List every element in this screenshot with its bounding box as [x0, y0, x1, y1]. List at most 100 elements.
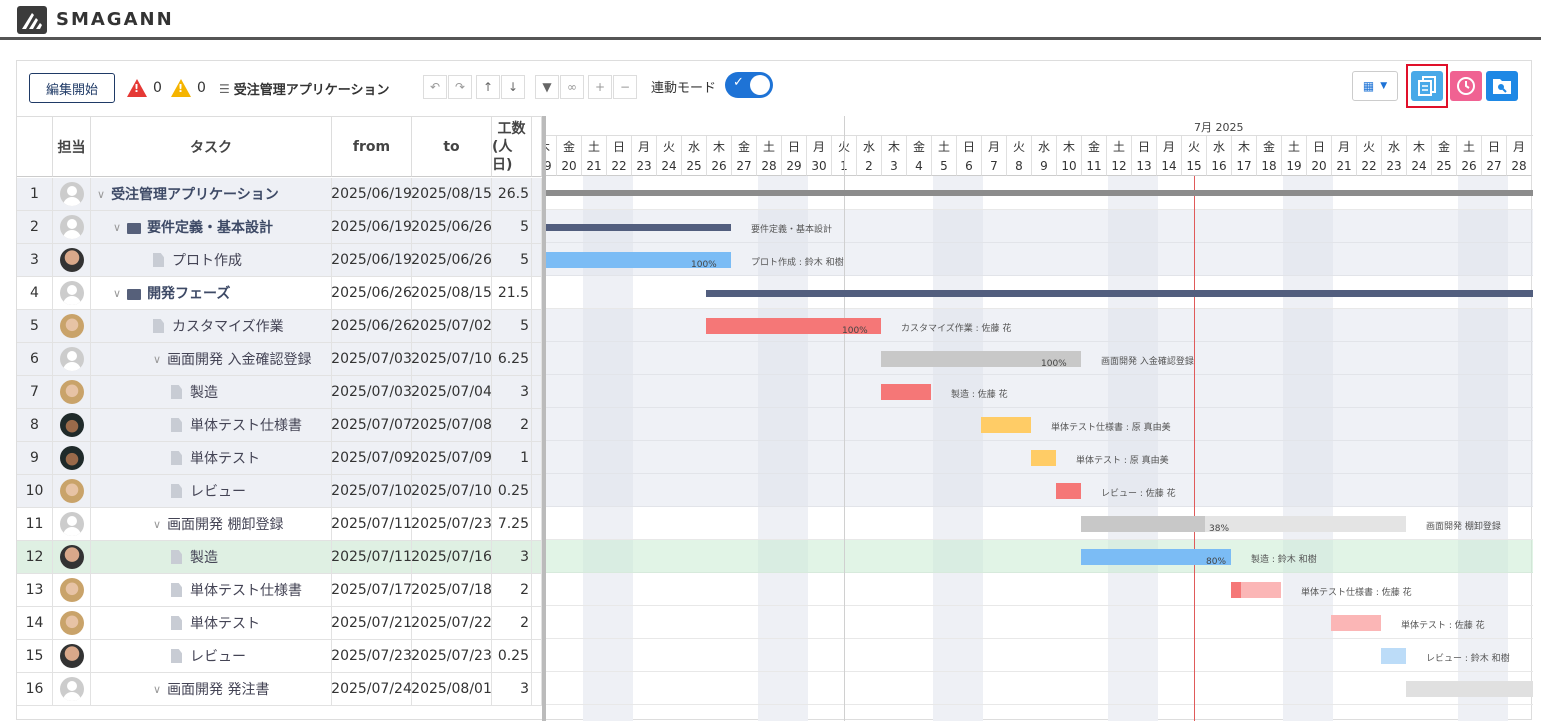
workdays[interactable]: 5: [492, 244, 532, 276]
from-date[interactable]: 2025/07/23: [332, 640, 412, 672]
to-date[interactable]: 2025/08/01: [412, 673, 492, 705]
assignee-cell[interactable]: [53, 673, 91, 705]
from-date[interactable]: 2025/07/07: [332, 409, 412, 441]
to-date[interactable]: 2025/06/26: [412, 244, 492, 276]
to-date[interactable]: 2025/08/15: [412, 178, 492, 210]
edit-start-button[interactable]: 編集開始: [29, 73, 115, 103]
to-date[interactable]: 2025/07/16: [412, 541, 492, 573]
chevron-down-icon[interactable]: ∨: [113, 221, 121, 234]
workdays[interactable]: 21.5: [492, 277, 532, 309]
from-date[interactable]: 2025/06/19: [332, 244, 412, 276]
to-date[interactable]: 2025/08/15: [412, 277, 492, 309]
user-search-icon[interactable]: [1486, 71, 1518, 101]
table-row[interactable]: 6 ∨ 画面開発 入金確認登録 2025/07/03 2025/07/10 6.25: [17, 343, 542, 376]
gantt-bar[interactable]: [546, 224, 731, 231]
col-header-from[interactable]: from: [332, 117, 412, 177]
chevron-down-icon[interactable]: ∨: [113, 287, 121, 300]
from-date[interactable]: 2025/07/24: [332, 673, 412, 705]
workdays[interactable]: 6.25: [492, 343, 532, 375]
table-row[interactable]: 11 ∨ 画面開発 棚卸登録 2025/07/11 2025/07/23 7.25: [17, 508, 542, 541]
gantt-bar[interactable]: [1056, 483, 1081, 499]
zoom-in-icon[interactable]: +: [588, 75, 612, 99]
task-cell[interactable]: ∨ 開発フェーズ: [91, 277, 332, 309]
assignee-cell[interactable]: [53, 376, 91, 408]
to-date[interactable]: 2025/07/22: [412, 607, 492, 639]
col-header-to[interactable]: to: [412, 117, 492, 177]
col-header-workdays[interactable]: 工数 (人日): [492, 117, 532, 177]
workdays[interactable]: 5: [492, 310, 532, 342]
error-indicator[interactable]: ! 0: [127, 79, 162, 97]
table-row[interactable]: 9 単体テスト 2025/07/09 2025/07/09 1: [17, 442, 542, 475]
assignee-cell[interactable]: [53, 409, 91, 441]
task-cell[interactable]: ∨ 画面開発 発注書: [91, 673, 332, 705]
gantt-bar[interactable]: [1406, 681, 1533, 697]
filter-icon[interactable]: ▼: [535, 75, 559, 99]
to-date[interactable]: 2025/07/23: [412, 640, 492, 672]
clock-icon[interactable]: [1450, 71, 1482, 101]
to-date[interactable]: 2025/07/08: [412, 409, 492, 441]
task-cell[interactable]: 製造: [91, 376, 332, 408]
assignee-cell[interactable]: [53, 310, 91, 342]
workdays[interactable]: 3: [492, 541, 532, 573]
table-row[interactable]: 15 レビュー 2025/07/23 2025/07/23 0.25: [17, 640, 542, 673]
assignee-cell[interactable]: [53, 211, 91, 243]
workdays[interactable]: 0.25: [492, 475, 532, 507]
assignee-cell[interactable]: [53, 607, 91, 639]
from-date[interactable]: 2025/07/17: [332, 574, 412, 606]
table-row[interactable]: 16 ∨ 画面開発 発注書 2025/07/24 2025/08/01 3: [17, 673, 542, 706]
workdays[interactable]: 3: [492, 376, 532, 408]
workdays[interactable]: 26.5: [492, 178, 532, 210]
assignee-cell[interactable]: [53, 574, 91, 606]
table-row[interactable]: 14 単体テスト 2025/07/21 2025/07/22 2: [17, 607, 542, 640]
gantt-bar[interactable]: [981, 417, 1031, 433]
table-row[interactable]: 3 プロト作成 2025/06/19 2025/06/26 5: [17, 244, 542, 277]
calendar-dropdown[interactable]: ▦ ▼: [1352, 71, 1398, 101]
chevron-down-icon[interactable]: ∨: [153, 683, 161, 696]
redo-icon[interactable]: ↷: [448, 75, 472, 99]
col-header-assignee[interactable]: 担当: [53, 117, 91, 177]
task-cell[interactable]: カスタマイズ作業: [91, 310, 332, 342]
table-row[interactable]: 8 単体テスト仕様書 2025/07/07 2025/07/08 2: [17, 409, 542, 442]
from-date[interactable]: 2025/06/19: [332, 178, 412, 210]
from-date[interactable]: 2025/07/10: [332, 475, 412, 507]
warning-indicator[interactable]: ! 0: [171, 79, 206, 97]
workdays[interactable]: 2: [492, 607, 532, 639]
task-cell[interactable]: レビュー: [91, 475, 332, 507]
from-date[interactable]: 2025/07/21: [332, 607, 412, 639]
to-date[interactable]: 2025/07/18: [412, 574, 492, 606]
from-date[interactable]: 2025/07/09: [332, 442, 412, 474]
col-header-task[interactable]: タスク: [91, 117, 332, 177]
workdays[interactable]: 5: [492, 211, 532, 243]
task-cell[interactable]: 単体テスト仕様書: [91, 409, 332, 441]
gantt-bar[interactable]: [1331, 615, 1381, 631]
workdays[interactable]: 3: [492, 673, 532, 705]
table-row[interactable]: 12 製造 2025/07/11 2025/07/16 3: [17, 541, 542, 574]
task-cell[interactable]: 単体テスト仕様書: [91, 574, 332, 606]
task-cell[interactable]: プロト作成: [91, 244, 332, 276]
table-row[interactable]: 7 製造 2025/07/03 2025/07/04 3: [17, 376, 542, 409]
assignee-cell[interactable]: [53, 343, 91, 375]
workdays[interactable]: 2: [492, 409, 532, 441]
assignee-cell[interactable]: [53, 475, 91, 507]
table-row[interactable]: 1 ∨ 受注管理アプリケーション 2025/06/19 2025/08/15 26.5: [17, 178, 542, 211]
to-date[interactable]: 2025/07/23: [412, 508, 492, 540]
undo-icon[interactable]: ↶: [423, 75, 447, 99]
gantt-bar[interactable]: [1381, 648, 1406, 664]
from-date[interactable]: 2025/07/11: [332, 541, 412, 573]
workdays[interactable]: 7.25: [492, 508, 532, 540]
assignee-cell[interactable]: [53, 277, 91, 309]
to-date[interactable]: 2025/07/10: [412, 343, 492, 375]
assignee-cell[interactable]: [53, 442, 91, 474]
from-date[interactable]: 2025/07/11: [332, 508, 412, 540]
chevron-down-icon[interactable]: ∨: [153, 353, 161, 366]
table-row[interactable]: 4 ∨ 開発フェーズ 2025/06/26 2025/08/15 21.5: [17, 277, 542, 310]
workdays[interactable]: 1: [492, 442, 532, 474]
task-cell[interactable]: 単体テスト: [91, 607, 332, 639]
gantt-bar[interactable]: [1031, 450, 1056, 466]
from-date[interactable]: 2025/06/26: [332, 277, 412, 309]
task-cell[interactable]: ∨ 受注管理アプリケーション: [91, 178, 332, 210]
table-row[interactable]: 13 単体テスト仕様書 2025/07/17 2025/07/18 2: [17, 574, 542, 607]
zoom-out-icon[interactable]: −: [613, 75, 637, 99]
table-row[interactable]: 10 レビュー 2025/07/10 2025/07/10 0.25: [17, 475, 542, 508]
workdays[interactable]: 0.25: [492, 640, 532, 672]
